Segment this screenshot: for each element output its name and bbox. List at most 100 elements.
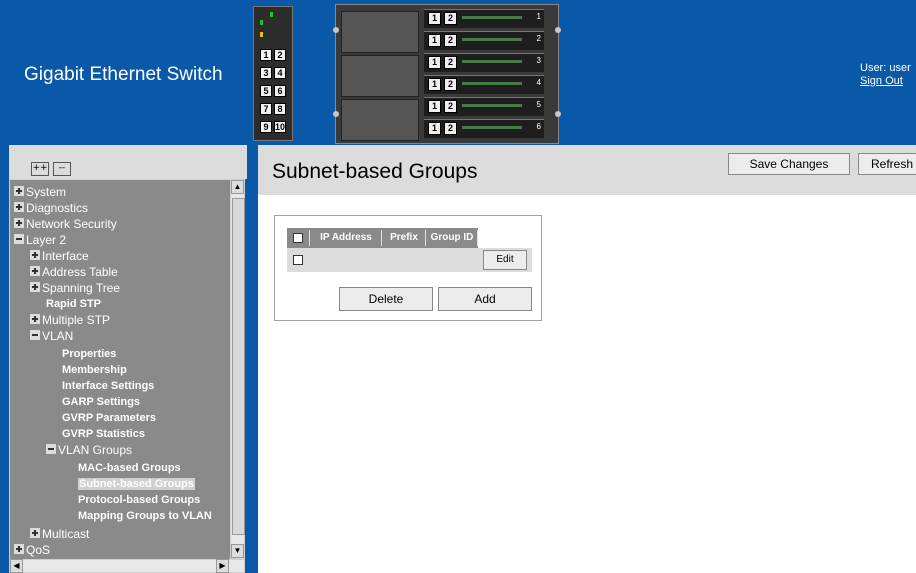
minus-icon[interactable]	[30, 330, 40, 340]
port-icon[interactable]: 6	[274, 85, 286, 97]
port-icon[interactable]: 10	[274, 121, 286, 133]
port-icon[interactable]: 8	[274, 103, 286, 115]
plus-icon[interactable]	[14, 544, 24, 554]
sidebar-item-system[interactable]: System	[14, 185, 66, 200]
status-led-icon	[270, 12, 273, 17]
sidebar-vertical-scrollbar[interactable]: ▲ ▼	[230, 179, 245, 559]
sidebar-item-layer-2[interactable]: Layer 2	[14, 233, 66, 248]
slot-number: 4	[536, 78, 541, 87]
select-all-checkbox[interactable]	[293, 233, 303, 243]
row-checkbox[interactable]	[293, 255, 303, 265]
chassis-handle-icon	[333, 27, 339, 33]
add-button[interactable]: Add	[438, 287, 532, 311]
app-title: Gigabit Ethernet Switch	[24, 64, 223, 85]
port-icon[interactable]: 3	[260, 67, 272, 79]
chassis-handle-icon	[555, 27, 561, 33]
sidebar-item-mac-based-groups[interactable]: MAC-based Groups	[78, 461, 181, 476]
slot-bar	[462, 38, 522, 41]
collapse-all-button[interactable]: --	[53, 162, 71, 176]
slot-bar	[462, 60, 522, 63]
chassis-slot[interactable]: 1 2 6	[424, 119, 544, 138]
sidebar-item-properties[interactable]: Properties	[62, 347, 116, 362]
sidebar-item-membership[interactable]: Membership	[62, 363, 127, 378]
plus-icon[interactable]	[30, 266, 40, 276]
sidebar-item-mapping-groups-to-vlan[interactable]: Mapping Groups to VLAN	[78, 509, 212, 524]
port-icon: 1	[428, 78, 441, 91]
port-icon: 1	[428, 56, 441, 69]
plus-icon[interactable]	[14, 186, 24, 196]
sidebar-horizontal-scrollbar[interactable]: ◀ ▶	[9, 559, 245, 573]
sign-out-link[interactable]: Sign Out	[860, 75, 911, 88]
chassis-slot[interactable]: 1 2 4	[424, 75, 544, 94]
user-label: User: user	[860, 62, 911, 74]
chassis-handle-icon	[555, 111, 561, 117]
column-header-prefix[interactable]: Prefix	[383, 228, 425, 248]
sidebar-item-network-security[interactable]: Network Security	[14, 217, 117, 232]
port-icon: 2	[444, 78, 457, 91]
chassis-slot[interactable]: 1 2 5	[424, 97, 544, 116]
sidebar-item-diagnostics[interactable]: Diagnostics	[14, 201, 88, 216]
sidebar-item-multiple-stp[interactable]: Multiple STP	[30, 313, 110, 328]
sidebar-item-vlan[interactable]: VLAN	[30, 329, 73, 344]
chassis-slot[interactable]: 1 2 1	[424, 9, 544, 28]
table-header: IP Address Prefix Group ID	[287, 228, 478, 248]
column-divider	[381, 230, 382, 246]
expand-all-button[interactable]: ++	[31, 162, 49, 176]
port-icon: 1	[428, 122, 441, 135]
delete-button[interactable]: Delete	[339, 287, 433, 311]
switch-panel-image: 12 34 56 78 9 10	[253, 6, 293, 141]
sidebar-item-gvrp-statistics[interactable]: GVRP Statistics	[62, 427, 145, 442]
port-icon[interactable]: 1	[260, 49, 272, 61]
sidebar-item-qos[interactable]: QoS	[14, 543, 50, 558]
port-icon[interactable]: 2	[274, 49, 286, 61]
refresh-button[interactable]: Refresh	[858, 153, 916, 175]
slot-number: 6	[536, 122, 541, 131]
column-divider	[477, 230, 478, 246]
port-icon[interactable]: 4	[274, 67, 286, 79]
port-icon: 2	[444, 12, 457, 25]
sidebar-item-multicast[interactable]: Multicast	[30, 527, 89, 542]
plus-icon[interactable]	[30, 528, 40, 538]
scroll-right-arrow-icon[interactable]: ▶	[216, 559, 229, 573]
chassis-slot[interactable]: 1 2 3	[424, 53, 544, 72]
chassis-image: 1 2 1 1 2 2 1 2 3 1 2 4 1 2 5 1 2 6	[333, 4, 561, 144]
port-icon: 1	[428, 12, 441, 25]
plus-icon[interactable]	[14, 202, 24, 212]
column-header-group-id[interactable]: Group ID	[427, 228, 477, 248]
scroll-down-arrow-icon[interactable]: ▼	[231, 544, 244, 558]
port-icon: 2	[444, 122, 457, 135]
slot-bar	[462, 126, 522, 129]
sidebar-item-garp-settings[interactable]: GARP Settings	[62, 395, 140, 410]
save-changes-button[interactable]: Save Changes	[728, 153, 850, 175]
port-icon[interactable]: 7	[260, 103, 272, 115]
plus-icon[interactable]	[14, 218, 24, 228]
scroll-up-arrow-icon[interactable]: ▲	[231, 180, 244, 194]
sidebar: ++ -- System Diagnostics Network Securit…	[0, 145, 258, 573]
sidebar-item-vlan-groups[interactable]: VLAN Groups	[46, 443, 132, 458]
column-header-ip-address[interactable]: IP Address	[311, 228, 381, 248]
sidebar-item-subnet-based-groups[interactable]: Subnet-based Groups	[78, 477, 195, 492]
scroll-left-arrow-icon[interactable]: ◀	[10, 559, 23, 573]
sidebar-item-interface[interactable]: Interface	[30, 249, 89, 264]
sidebar-item-spanning-tree[interactable]: Spanning Tree	[30, 281, 120, 296]
plus-icon[interactable]	[30, 250, 40, 260]
scrollbar-thumb[interactable]	[232, 198, 245, 535]
slot-bar	[462, 82, 522, 85]
plus-icon[interactable]	[30, 282, 40, 292]
sidebar-item-interface-settings[interactable]: Interface Settings	[62, 379, 154, 394]
port-icon[interactable]: 9	[260, 121, 272, 133]
subnet-groups-panel: IP Address Prefix Group ID Edit Delete A…	[274, 215, 542, 321]
sidebar-item-protocol-based-groups[interactable]: Protocol-based Groups	[78, 493, 200, 508]
edit-button[interactable]: Edit	[483, 250, 527, 270]
chassis-slot[interactable]: 1 2 2	[424, 31, 544, 50]
user-info: User: user Sign Out	[860, 62, 911, 88]
minus-icon[interactable]	[14, 234, 24, 244]
sidebar-item-rapid-stp[interactable]: Rapid STP	[46, 297, 101, 312]
slot-number: 2	[536, 34, 541, 43]
sidebar-item-address-table[interactable]: Address Table	[30, 265, 118, 280]
minus-icon[interactable]	[46, 444, 56, 454]
sidebar-item-gvrp-parameters[interactable]: GVRP Parameters	[62, 411, 156, 426]
plus-icon[interactable]	[30, 314, 40, 324]
port-icon[interactable]: 5	[260, 85, 272, 97]
blade-module	[341, 55, 419, 97]
